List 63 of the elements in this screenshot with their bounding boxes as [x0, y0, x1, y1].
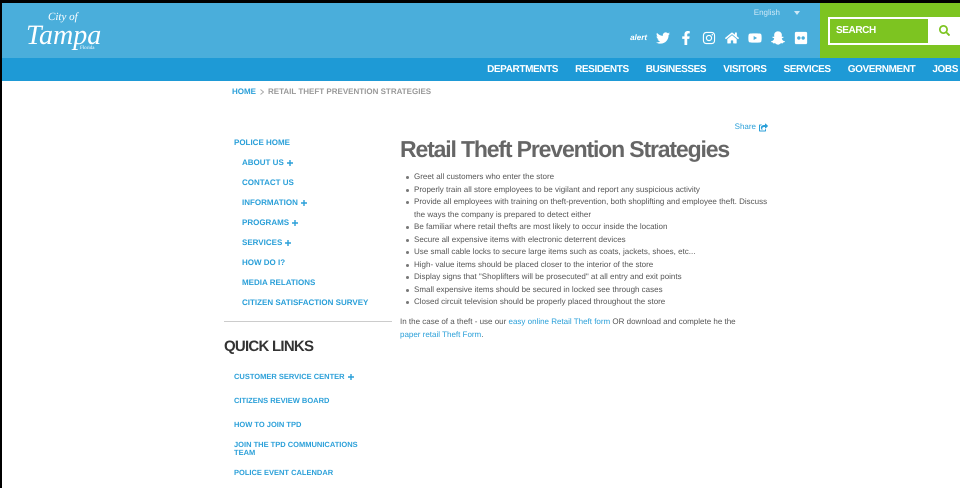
plus-icon[interactable] [286, 160, 293, 166]
sidebar-link[interactable]: CONTACT US [242, 177, 294, 189]
bullet-icon [406, 276, 409, 279]
list-item: Small expensive items should be secured in locked see through cases [414, 284, 663, 296]
list-item: Greet all customers who enter the store [414, 171, 554, 183]
plus-icon[interactable] [348, 374, 354, 380]
list-item: High- value items should be placed closer to the interior of the store [414, 258, 654, 271]
sidebar-link[interactable]: POLICE HOME [234, 137, 290, 149]
bullet-icon [406, 264, 409, 266]
page-title: Retail Theft Prevention Strategies [400, 135, 730, 163]
list-item: Secure all expensive items with electronic deterrent devices [414, 234, 626, 246]
share-link[interactable]: Share [734, 121, 756, 133]
list-item: Use small cable locks to secure large items such as coats, jackets, shoes, etc... [414, 246, 696, 258]
list-item: Display signs that "Shoplifters will be prosecuted" at all entry and exit points [414, 271, 682, 283]
list-item: Properly train all store employees to be vigilant and report any suspicious activity [414, 184, 700, 196]
bullet-icon [406, 238, 409, 242]
nav-link[interactable]: SERVICES [783, 62, 831, 77]
list-item: Be familiar where retail thefts are most likely to occur inside the location [414, 221, 668, 233]
youtube-icon[interactable] [748, 31, 762, 45]
search-button[interactable] [928, 16, 960, 44]
nav-link[interactable]: DEPARTMENTS [487, 62, 558, 77]
nav-link[interactable]: JOBS [932, 62, 958, 77]
sidebar-link[interactable]: MEDIA RELATIONS [242, 277, 316, 289]
sidebar-link[interactable]: PROGRAMS [242, 217, 290, 229]
text-link[interactable]: paper retail Theft Form [400, 330, 482, 338]
alert-logo[interactable]: alert [630, 32, 647, 44]
bullet-icon [406, 288, 409, 292]
plus-icon[interactable] [285, 240, 292, 246]
text-link[interactable]: easy online Retail Theft form [508, 316, 610, 326]
breadcrumb-link[interactable]: HOME [232, 86, 256, 98]
sidebar-link[interactable]: HOW DO I? [242, 257, 286, 269]
nav-link[interactable]: RESIDENTS [575, 62, 629, 77]
plus-icon[interactable] [300, 200, 307, 206]
bullet-icon [406, 301, 409, 304]
search-icon [938, 25, 950, 36]
bullet-icon [406, 226, 409, 229]
bullet-icon [406, 201, 409, 204]
home-icon[interactable] [725, 31, 739, 45]
section-heading: QUICK LINKS [224, 337, 314, 357]
ghost-icon[interactable] [771, 31, 785, 45]
sidebar-link[interactable]: CITIZEN SATISFACTION SURVEY [242, 297, 368, 309]
list-item: Provide all employees with training on theft-prevention, both shoplifting and employee theft. Discuss the ways the company is prepared to detect either [414, 196, 768, 221]
list-item: Closed circuit television should be properly placed throughout the store [414, 296, 666, 308]
language-select[interactable]: English [754, 7, 780, 19]
nav-link[interactable]: BUSINESSES [646, 62, 706, 77]
sidebar-link[interactable]: INFORMATION [242, 197, 298, 209]
twitter-icon[interactable] [656, 31, 670, 45]
nav-link[interactable]: VISITORS [723, 62, 766, 77]
flickr-icon[interactable] [794, 31, 808, 45]
chevron-icon [260, 89, 264, 95]
search-field[interactable]: SEARCH [828, 16, 928, 44]
breadcrumb-current: RETAIL THEFT PREVENTION STRATEGIES [268, 86, 432, 98]
nav-link[interactable]: GOVERNMENT [848, 62, 916, 77]
bullet-icon [406, 176, 409, 179]
sidebar-link[interactable]: ABOUT US [242, 157, 284, 169]
paragraph: In the case of a theft - use our easy online Retail Theft form OR download and complete he the paper retail Theft Form. [400, 316, 737, 340]
share-icon[interactable] [759, 122, 768, 132]
sidebar-link[interactable]: SERVICES [242, 237, 282, 249]
instagram-icon[interactable] [702, 31, 716, 45]
caret-icon[interactable] [794, 11, 800, 15]
bullet-icon [406, 188, 409, 192]
plus-icon[interactable] [292, 220, 298, 226]
bullet-icon [406, 251, 409, 254]
